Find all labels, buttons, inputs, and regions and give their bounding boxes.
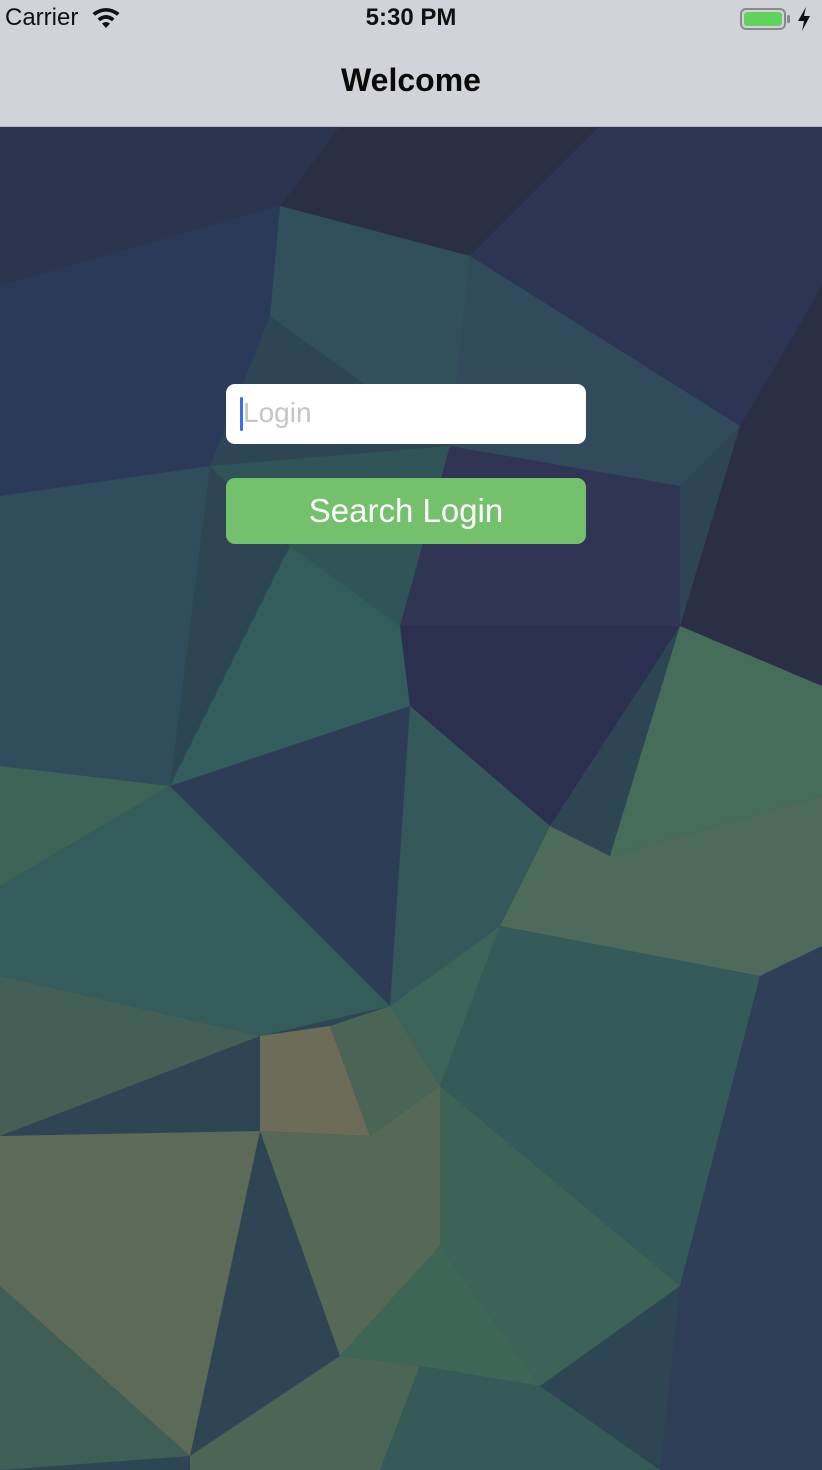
status-time: 5:30 PM [365,4,457,31]
battery-icon [740,8,790,30]
login-screen: Carrier 5:30 PM Welcome Login Search Log… [0,0,822,1470]
charging-bolt-icon [798,7,810,31]
text-cursor [240,397,243,431]
navigation-bar: Carrier 5:30 PM Welcome [0,0,822,127]
login-input[interactable]: Login [226,384,586,444]
login-input-placeholder: Login [243,397,312,428]
status-bar: Carrier 5:30 PM [0,0,822,38]
polygon-background-image [0,126,822,1470]
page-title: Welcome [341,62,481,98]
search-login-button[interactable]: Search Login [226,478,586,544]
